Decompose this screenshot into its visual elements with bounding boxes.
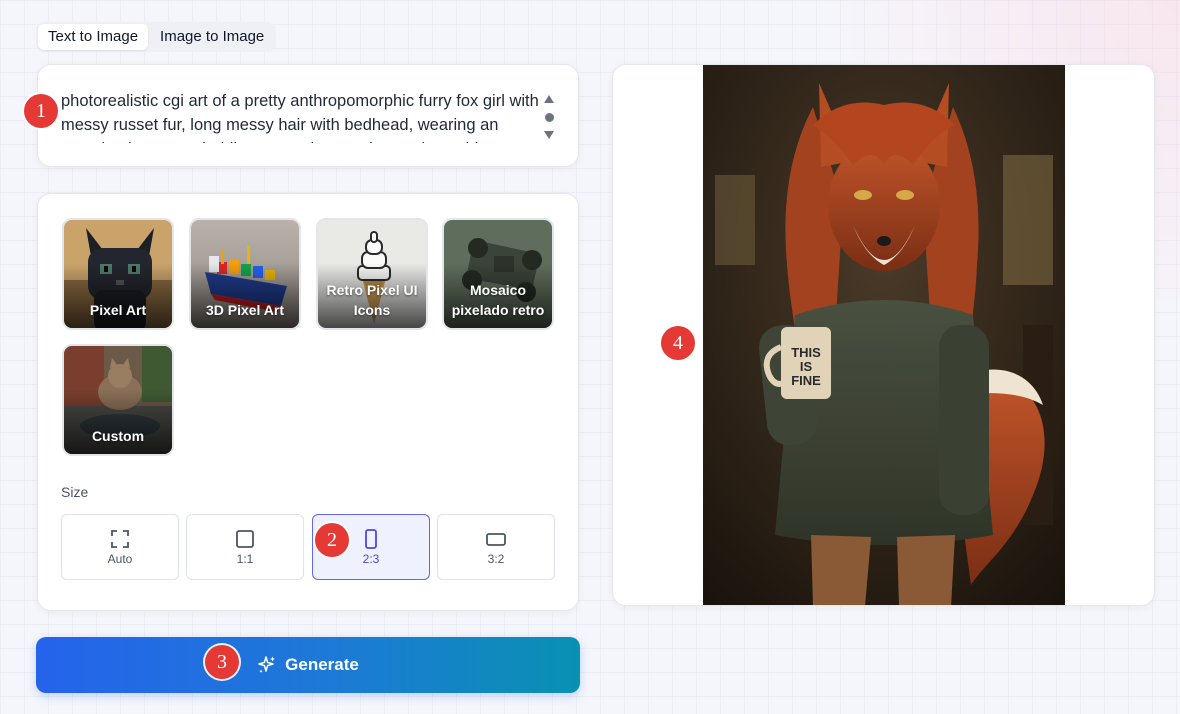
prompt-input[interactable]: photorealistic cgi art of a pretty anthr…	[61, 89, 541, 143]
generate-button[interactable]: Generate	[36, 637, 580, 693]
size-option-auto[interactable]: Auto	[61, 514, 179, 580]
style-tile-label: Custom	[91, 428, 145, 444]
tab-image-to-image[interactable]: Image to Image	[150, 24, 274, 50]
annotation-marker-4: 4	[661, 326, 695, 360]
style-tile-label: Mosaico pixelado retro	[451, 282, 545, 318]
size-option-3-2[interactable]: 3:2	[437, 514, 555, 580]
portrait-icon	[365, 529, 377, 549]
style-tile-label: 3D Pixel Art	[205, 302, 285, 318]
annotation-marker-2: 2	[315, 523, 349, 557]
generate-label: Generate	[285, 655, 359, 674]
scroll-thumb[interactable]	[544, 112, 554, 122]
size-section-title: Size	[61, 484, 89, 500]
mug-text-line: IS	[800, 359, 813, 374]
style-options-card: Pixel Art 3D Pixel Art Retro Pixel UI Ic…	[37, 193, 579, 611]
landscape-icon	[486, 533, 506, 546]
expand-icon	[111, 530, 129, 548]
style-tile-custom[interactable]: Custom	[62, 344, 174, 456]
style-tile-label: Retro Pixel UI Icons	[326, 282, 418, 318]
prompt-card: photorealistic cgi art of a pretty anthr…	[37, 64, 579, 167]
mug-text-line: THIS	[791, 345, 821, 360]
scroll-down-icon[interactable]	[544, 131, 554, 139]
generated-image[interactable]: THIS IS FINE	[703, 65, 1065, 606]
size-option-1-1[interactable]: 1:1	[186, 514, 304, 580]
size-option-label: 1:1	[236, 552, 254, 566]
scroll-up-icon[interactable]	[544, 95, 554, 103]
prompt-scrollbar[interactable]	[542, 95, 556, 139]
mode-tabs: Text to Image Image to Image	[36, 22, 277, 52]
size-option-label: 3:2	[487, 552, 505, 566]
size-option-label: Auto	[107, 552, 133, 566]
style-tile-pixel-art[interactable]: Pixel Art	[62, 218, 174, 330]
sparkle-icon	[258, 656, 276, 673]
style-tile-retro-pixel-ui-icons[interactable]: Retro Pixel UI Icons	[316, 218, 428, 330]
style-tile-label: Pixel Art	[89, 302, 147, 318]
annotation-marker-3: 3	[205, 645, 239, 679]
style-tile-3d-pixel-art[interactable]: 3D Pixel Art	[189, 218, 301, 330]
mug-text-line: FINE	[791, 373, 821, 388]
generate-button-content: Generate	[36, 637, 580, 693]
tab-text-to-image[interactable]: Text to Image	[38, 24, 149, 50]
annotation-marker-1: 1	[24, 94, 58, 128]
style-tile-mosaico-pixelado-retro[interactable]: Mosaico pixelado retro	[442, 218, 554, 330]
square-icon	[236, 530, 254, 548]
